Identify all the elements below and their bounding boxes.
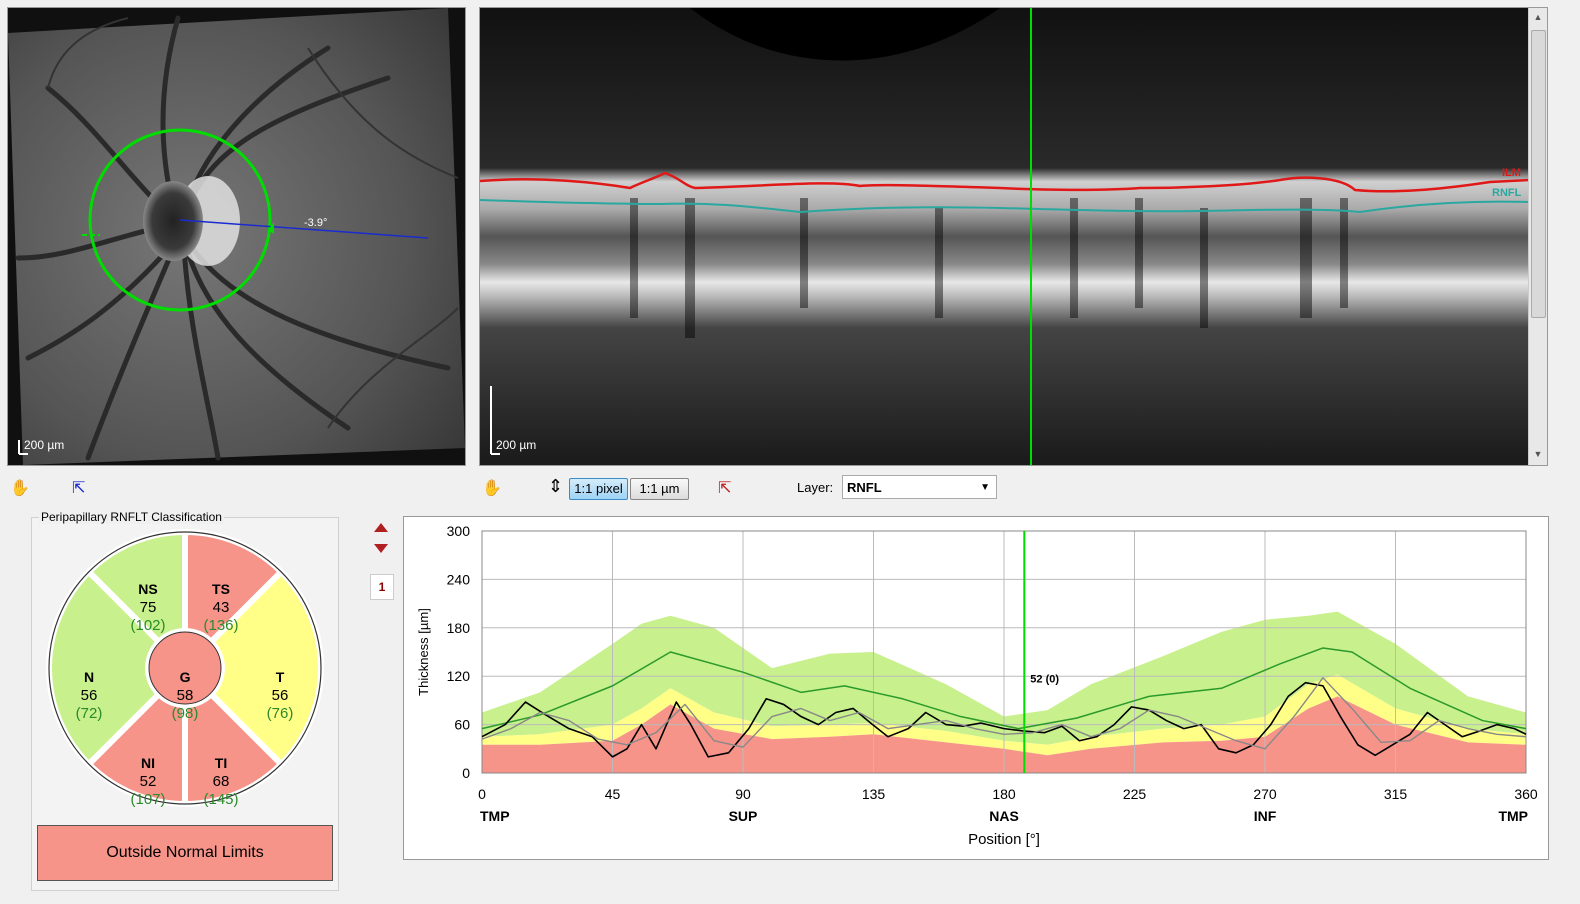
ni-label: NI xyxy=(141,755,155,771)
fundus-scale-label: 200 µm xyxy=(24,438,64,452)
x-tick-label: 225 xyxy=(1123,786,1147,802)
x-tick-label: 315 xyxy=(1384,786,1408,802)
x-tick-label: 0 xyxy=(478,786,486,802)
y-axis-label: Thickness [µm] xyxy=(416,608,431,696)
x-tick-label: 90 xyxy=(735,786,751,802)
x-tick-label: 270 xyxy=(1253,786,1277,802)
x-tick-label: 180 xyxy=(992,786,1016,802)
bscan-image[interactable]: ILM RNFL 200 µm ▲ ▼ xyxy=(479,7,1548,466)
x-tick-label: 135 xyxy=(862,786,886,802)
region-label: TMP xyxy=(480,808,510,824)
orientation-cursor-icon[interactable]: ⇱ xyxy=(72,478,85,498)
y-tick-label: 0 xyxy=(462,765,470,781)
ts-normal: (136) xyxy=(203,617,238,634)
scroll-up-arrow-icon[interactable]: ▲ xyxy=(1532,11,1544,23)
fundus-image[interactable]: -3.9° 200 µm xyxy=(7,7,466,466)
previous-arrow-icon[interactable] xyxy=(374,523,388,532)
ns-value: 75 xyxy=(140,599,157,616)
region-label: SUP xyxy=(729,808,758,824)
page-indicator: 1 xyxy=(370,574,394,600)
ilm-label: ILM xyxy=(1502,167,1521,179)
scroll-down-arrow-icon[interactable]: ▼ xyxy=(1532,448,1544,460)
bscan-scale-label: 200 µm xyxy=(496,438,536,452)
region-label: NAS xyxy=(989,808,1019,824)
g-value: 58 xyxy=(177,687,194,704)
angle-label: -3.9° xyxy=(304,217,327,229)
layer-edit-cursor-icon[interactable]: ⇱ xyxy=(718,478,731,498)
layer-select[interactable]: RNFL ▼ xyxy=(842,475,997,499)
ni-normal: (107) xyxy=(130,791,165,808)
ns-label: NS xyxy=(138,581,157,597)
next-arrow-icon[interactable] xyxy=(374,544,388,553)
pan-hand-icon[interactable]: ✋ xyxy=(10,478,30,498)
bscan-pan-hand-icon[interactable]: ✋ xyxy=(482,478,502,498)
ni-value: 52 xyxy=(140,773,157,790)
classification-result-badge: Outside Normal Limits xyxy=(37,825,333,881)
ti-label: TI xyxy=(215,755,227,771)
y-tick-label: 180 xyxy=(447,620,471,636)
t-value: 56 xyxy=(272,687,289,704)
layer-select-value: RNFL xyxy=(847,480,882,495)
x-tick-label: 45 xyxy=(605,786,621,802)
classification-title: Peripapillary RNFLT Classification xyxy=(39,510,224,524)
t-label: T xyxy=(276,669,285,685)
region-label: INF xyxy=(1254,808,1277,824)
bscan-scrollbar[interactable]: ▲ ▼ xyxy=(1528,8,1547,465)
chart-cursor-label: 52 (0) xyxy=(1030,674,1059,686)
y-tick-label: 300 xyxy=(447,523,471,539)
sector-wheel: NS 75 (102) TS 43 (136) N 56 (72) G 58 (… xyxy=(46,528,324,808)
chevron-down-icon: ▼ xyxy=(980,482,990,493)
g-label: G xyxy=(180,669,191,685)
x-axis-label: Position [°] xyxy=(968,831,1040,848)
one-to-one-pixel-button[interactable]: 1:1 pixel xyxy=(569,478,628,500)
y-tick-label: 60 xyxy=(454,717,470,733)
ns-normal: (102) xyxy=(130,617,165,634)
ts-label: TS xyxy=(212,581,230,597)
rnfl-label: RNFL xyxy=(1492,187,1522,199)
y-tick-label: 120 xyxy=(447,668,471,684)
scrollbar-thumb[interactable] xyxy=(1531,30,1546,318)
ti-value: 68 xyxy=(213,773,230,790)
g-normal: (98) xyxy=(172,705,199,722)
thickness-chart: 0 45 90 135 180 225 270 315 360 0 60 120 180 240 300 52… xyxy=(403,516,1549,860)
n-label: N xyxy=(84,669,94,685)
vertical-fit-icon[interactable]: ⇕ xyxy=(548,476,563,497)
y-tick-label: 240 xyxy=(447,571,471,587)
one-to-one-um-button[interactable]: 1:1 µm xyxy=(630,478,689,500)
n-normal: (72) xyxy=(76,705,103,722)
layer-label: Layer: xyxy=(797,480,834,495)
t-normal: (76) xyxy=(267,705,294,722)
x-tick-label: 360 xyxy=(1514,786,1538,802)
ts-value: 43 xyxy=(213,599,230,616)
ti-normal: (145) xyxy=(203,791,238,808)
n-value: 56 xyxy=(81,687,98,704)
region-label: TMP xyxy=(1498,808,1528,824)
